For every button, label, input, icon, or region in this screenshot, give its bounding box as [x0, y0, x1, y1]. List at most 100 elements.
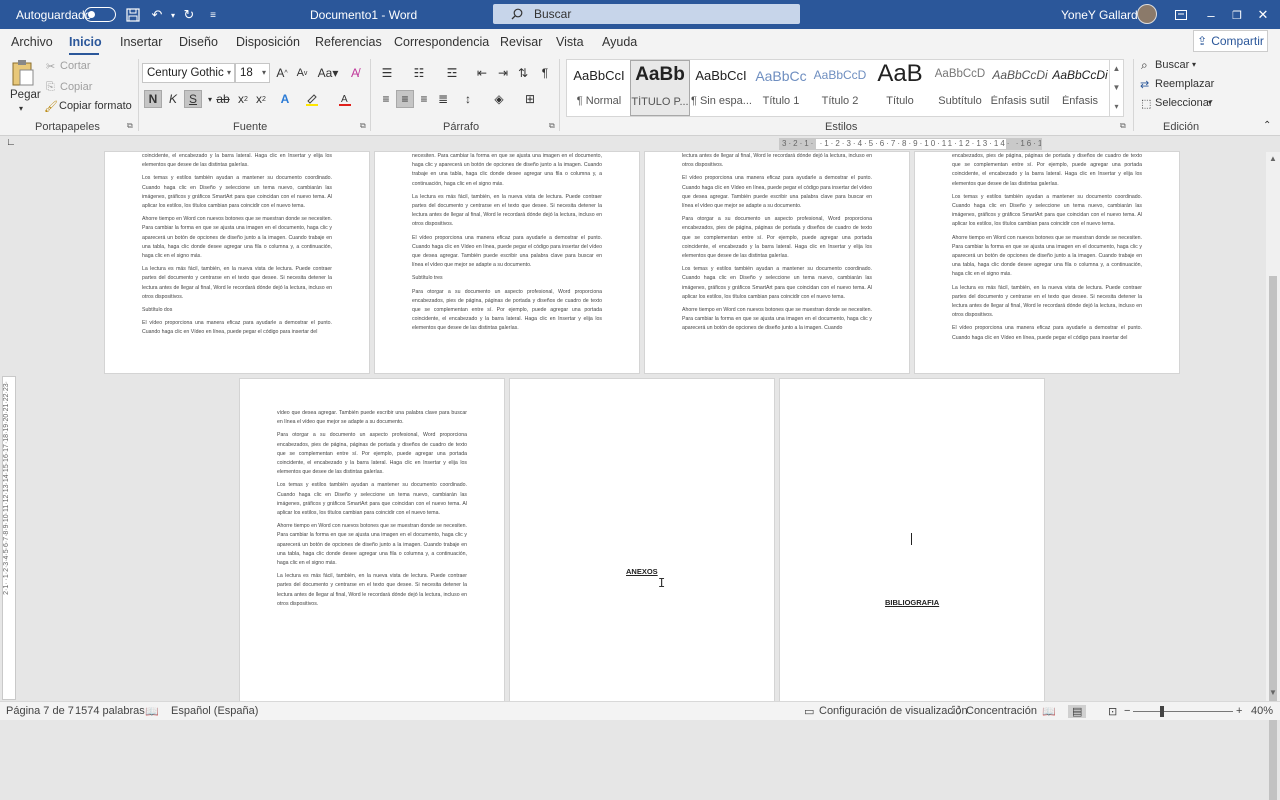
style-titulo[interactable]: AaB Título — [870, 60, 930, 116]
tab-referencias[interactable]: Referencias — [315, 35, 382, 49]
restore-icon[interactable]: ❐ — [1229, 7, 1245, 23]
paragraph-launcher-icon[interactable]: ⧉ — [549, 121, 555, 131]
styles-launcher-icon[interactable]: ⧉ — [1120, 121, 1126, 131]
tab-disposicion[interactable]: Disposición — [236, 35, 300, 49]
style-enfasis-sutil[interactable]: AaBbCcDi Énfasis sutil — [990, 60, 1050, 116]
align-center-icon[interactable]: ≡ — [396, 90, 414, 108]
read-mode-icon[interactable]: 📖 — [1042, 705, 1056, 718]
tab-correspondencia[interactable]: Correspondencia — [394, 35, 489, 49]
zoom-slider-thumb[interactable] — [1160, 706, 1164, 717]
paragraph-marks-icon[interactable]: ¶ — [536, 64, 554, 82]
more-styles-icon[interactable]: ▾ — [1110, 97, 1123, 116]
scroll-down-icon[interactable]: ▼ — [1266, 688, 1280, 700]
chevron-down-icon[interactable]: ▾ — [1192, 60, 1196, 69]
document-page[interactable]: coincidente, el encabezado y la barra la… — [105, 152, 369, 373]
style-enfasis[interactable]: AaBbCcDi Énfasis — [1050, 60, 1110, 116]
format-painter-icon[interactable]: 🖌 — [44, 100, 58, 113]
cut-label[interactable]: Cortar — [60, 60, 91, 72]
highlight-color-icon[interactable] — [303, 90, 321, 108]
tab-revisar[interactable]: Revisar — [500, 35, 542, 49]
document-page[interactable]: lectura antes de llegar al final, Word l… — [645, 152, 909, 373]
user-name[interactable]: YoneY Gallardo — [1061, 8, 1144, 22]
italic-button[interactable]: K — [164, 90, 182, 108]
format-painter-label[interactable]: Copiar formato — [59, 100, 132, 112]
align-left-icon[interactable]: ≡ — [377, 90, 395, 108]
document-page[interactable]: necesiten. Para cambiar la forma en que … — [375, 152, 639, 373]
font-size-combo[interactable]: 18 ▾ — [235, 63, 270, 83]
paste-button[interactable]: Pegar ▾ — [6, 57, 41, 117]
tab-insertar[interactable]: Insertar — [120, 35, 162, 49]
scroll-up-icon[interactable]: ▲ — [1266, 154, 1280, 166]
bullets-icon[interactable]: ☰ — [378, 64, 396, 82]
style-titulo-portada[interactable]: AaBb TÍTULO P... — [630, 60, 690, 116]
save-icon[interactable] — [125, 7, 141, 23]
tab-vista[interactable]: Vista — [556, 35, 584, 49]
styles-gallery-scroll[interactable]: ▲ ▼ ▾ — [1109, 59, 1123, 117]
superscript-button[interactable]: x2 — [252, 90, 270, 108]
replace-icon[interactable]: ⇄ — [1140, 78, 1149, 91]
numbering-icon[interactable]: ☷ — [410, 64, 428, 82]
text-effects-icon[interactable]: A — [276, 90, 294, 108]
vertical-ruler[interactable]: 2·1· ·1·2·3·4·5·6·7·8·9·10·11·12·13·14·1… — [2, 376, 16, 700]
copy-label[interactable]: Copiar — [60, 81, 92, 93]
document-page-anexos[interactable]: ANEXOS I — [510, 379, 774, 701]
proofing-icon[interactable]: 📖 — [145, 705, 159, 718]
sort-icon[interactable]: ⇅ — [514, 64, 532, 82]
minimize-icon[interactable]: – — [1203, 7, 1219, 23]
focus-icon[interactable]: ⛶ — [952, 705, 960, 718]
print-layout-icon[interactable]: ▤ — [1068, 705, 1087, 718]
cut-icon[interactable]: ✂ — [46, 60, 55, 73]
tab-selector-icon[interactable]: ∟ — [6, 137, 16, 148]
page-count[interactable]: Página 7 de 7 — [6, 705, 74, 717]
decrease-indent-icon[interactable]: ⇤ — [473, 64, 491, 82]
document-page[interactable]: encabezados, pies de página, páginas de … — [915, 152, 1179, 373]
focus-mode[interactable]: Concentración — [966, 705, 1037, 717]
tab-inicio[interactable]: Inicio — [69, 35, 102, 49]
redo-icon[interactable]: ↻ — [181, 7, 197, 23]
font-color-icon[interactable]: A — [336, 90, 354, 108]
bold-button[interactable]: N — [144, 90, 162, 108]
multilevel-list-icon[interactable]: ☲ — [443, 64, 461, 82]
avatar[interactable] — [1137, 4, 1157, 24]
style-titulo-2[interactable]: AaBbCcD Título 2 — [810, 60, 870, 116]
zoom-in-icon[interactable]: + — [1236, 705, 1242, 717]
style-sin-espaciado[interactable]: AaBbCcI ¶ Sin espa... — [691, 60, 751, 116]
undo-icon[interactable]: ↶ — [149, 7, 165, 23]
increase-indent-icon[interactable]: ⇥ — [494, 64, 512, 82]
font-name-combo[interactable]: Century Gothic ▾ — [142, 63, 235, 83]
line-spacing-icon[interactable]: ↕ — [459, 90, 477, 108]
search-icon[interactable]: ⌕ — [1141, 58, 1148, 73]
ruler-strip[interactable]: 3·2·1· ·1·2·3·4·5·6·7·8·9·10·11·12·13·14… — [779, 138, 1042, 150]
display-settings-icon[interactable]: ▭ — [804, 705, 814, 718]
customize-toolbar-icon[interactable]: ≡ — [205, 7, 221, 23]
copy-icon[interactable]: ⎘ — [46, 81, 55, 94]
replace-label[interactable]: Reemplazar — [1155, 78, 1214, 90]
close-icon[interactable]: ✕ — [1255, 7, 1271, 23]
underline-button[interactable]: S — [184, 90, 202, 108]
document-page-bibliografia[interactable]: BIBLIOGRAFIA — [780, 379, 1044, 701]
tab-diseno[interactable]: Diseño — [179, 35, 218, 49]
subscript-button[interactable]: x2 — [234, 90, 252, 108]
chevron-down-icon[interactable]: ▾ — [1208, 98, 1212, 107]
tab-archivo[interactable]: Archivo — [11, 35, 53, 49]
word-count[interactable]: 1574 palabras — [75, 705, 145, 717]
shrink-font-icon[interactable]: Av — [293, 64, 311, 82]
shading-icon[interactable]: ◈ — [490, 90, 508, 108]
scrollbar-thumb[interactable] — [1269, 276, 1277, 800]
style-titulo-1[interactable]: AaBbCc Título 1 — [751, 60, 811, 116]
autosave-toggle[interactable] — [84, 7, 116, 22]
align-right-icon[interactable]: ≡ — [415, 90, 433, 108]
vertical-scrollbar[interactable]: ▲ ▼ — [1266, 152, 1280, 800]
document-page[interactable]: vídeo que desea agregar. También puede e… — [240, 379, 504, 701]
clipboard-launcher-icon[interactable]: ⧉ — [127, 121, 133, 131]
search-box[interactable]: Buscar — [493, 4, 800, 24]
share-button[interactable]: ⇪ Compartir — [1193, 30, 1268, 52]
tab-ayuda[interactable]: Ayuda — [602, 35, 637, 49]
font-launcher-icon[interactable]: ⧉ — [360, 121, 366, 131]
style-normal[interactable]: AaBbCcI ¶ Normal — [569, 60, 629, 116]
style-subtitulo[interactable]: AaBbCcD Subtítulo — [930, 60, 990, 116]
select-label[interactable]: Seleccionar — [1155, 97, 1212, 109]
chevron-up-icon[interactable]: ▲ — [1110, 59, 1123, 78]
undo-dropdown-icon[interactable]: ▾ — [165, 7, 181, 23]
change-case-icon[interactable]: Aa▾ — [315, 64, 341, 82]
